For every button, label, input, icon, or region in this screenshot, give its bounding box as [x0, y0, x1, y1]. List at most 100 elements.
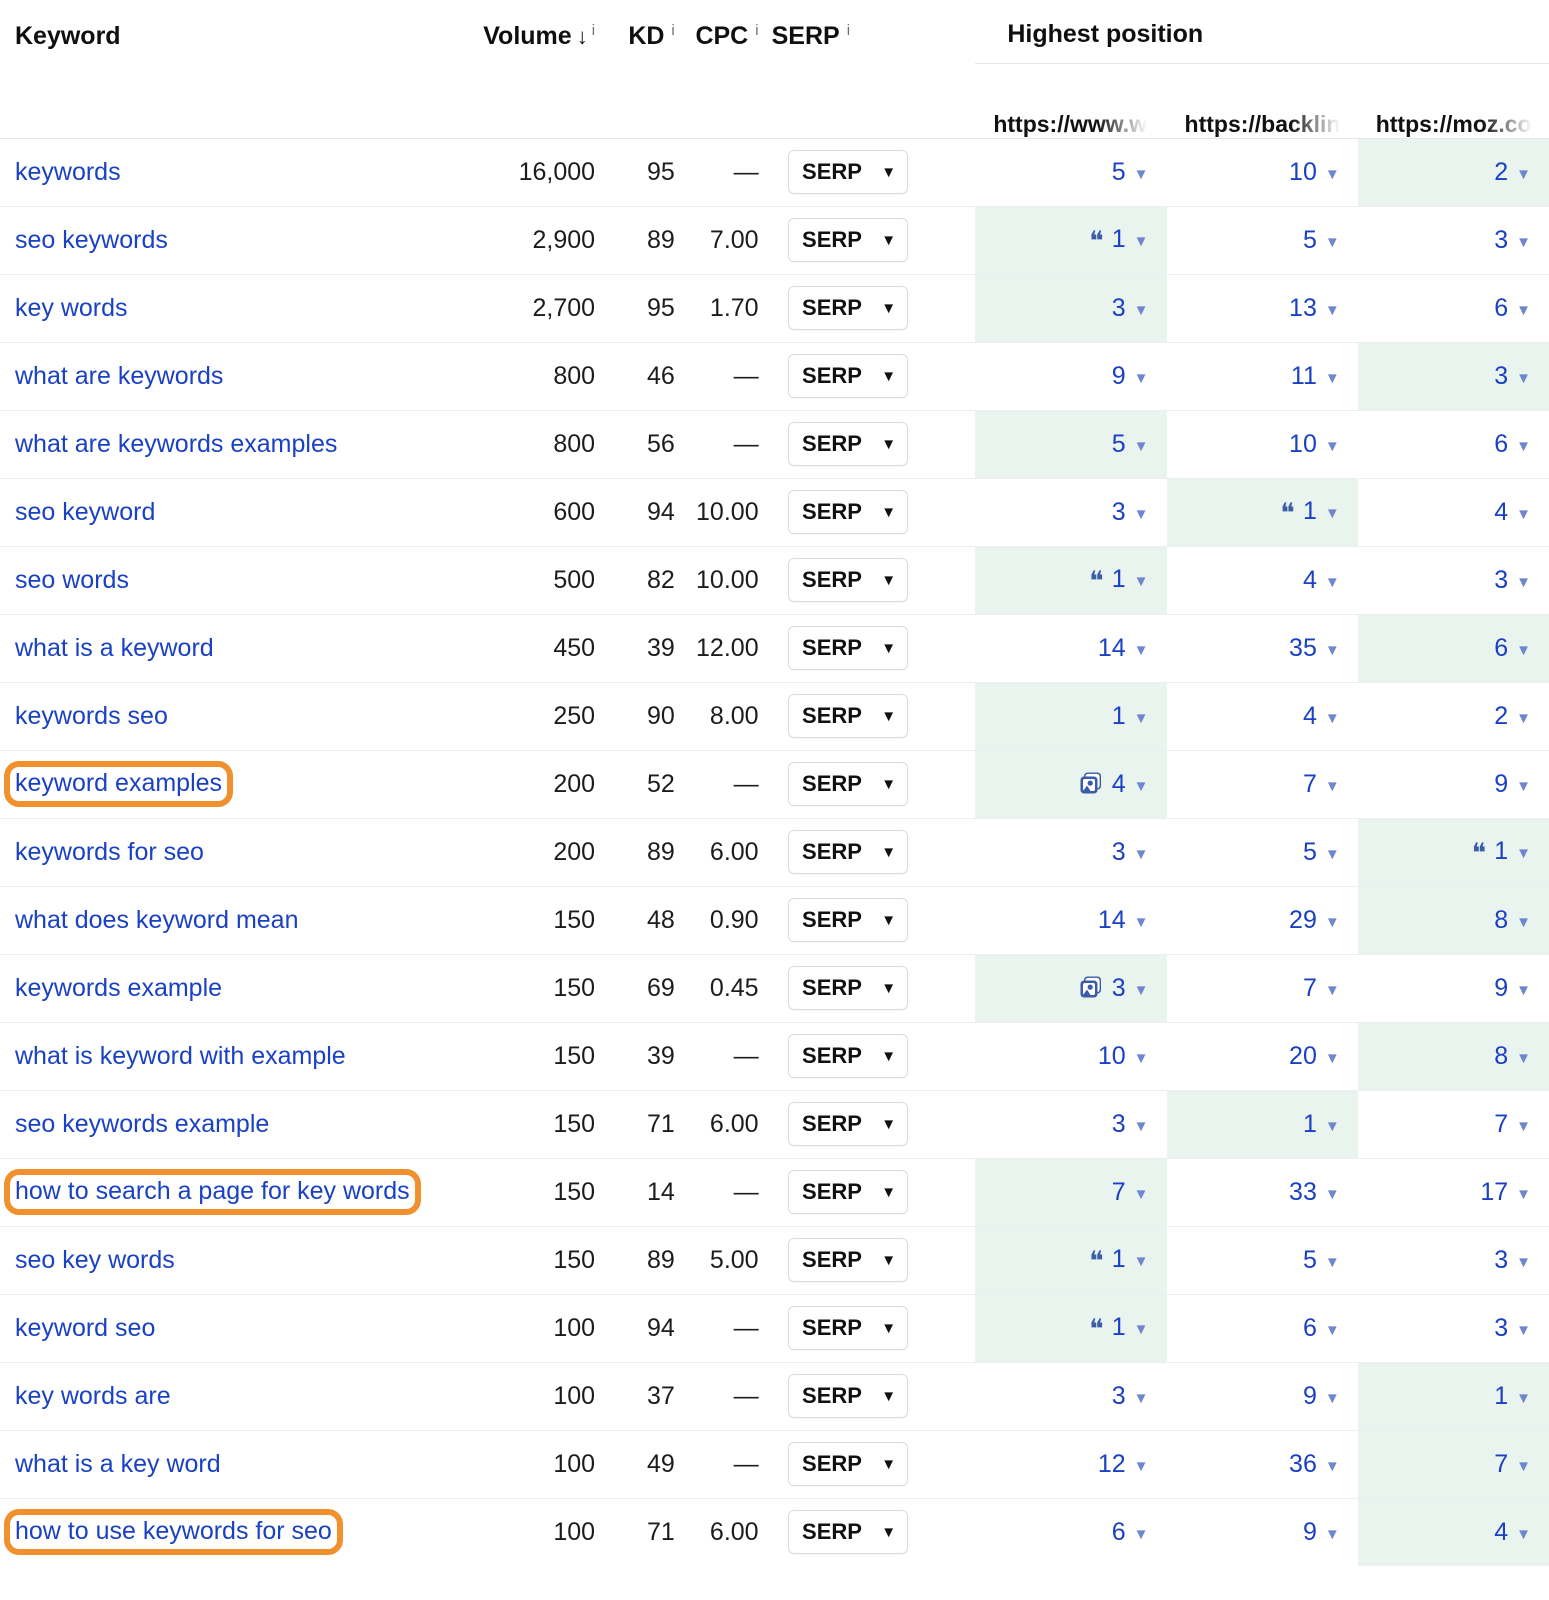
serp-dropdown-button[interactable]: SERP ▼ [788, 218, 909, 262]
column-header-kd[interactable]: KD i [595, 0, 675, 138]
position-value-group[interactable]: 7 ▼ [1303, 770, 1340, 799]
info-icon[interactable]: i [671, 22, 674, 39]
serp-dropdown-button[interactable]: SERP ▼ [788, 1306, 909, 1350]
position-value-group[interactable]: 1 ▼ [1112, 702, 1149, 731]
position-value-group[interactable]: 4 ▼ [1078, 768, 1149, 801]
position-value-group[interactable]: 8 ▼ [1494, 1042, 1531, 1071]
position-value-group[interactable]: 9 ▼ [1303, 1382, 1340, 1411]
serp-dropdown-button[interactable]: SERP ▼ [788, 354, 909, 398]
keyword-link[interactable]: what are keywords [15, 362, 223, 390]
position-value-group[interactable]: ❝ 1 ▼ [1089, 1313, 1148, 1343]
serp-dropdown-button[interactable]: SERP ▼ [788, 150, 909, 194]
position-value-group[interactable]: 6 ▼ [1494, 294, 1531, 323]
serp-dropdown-button[interactable]: SERP ▼ [788, 490, 909, 534]
position-value-group[interactable]: 3 ▼ [1112, 1110, 1149, 1139]
position-value-group[interactable]: 7 ▼ [1303, 974, 1340, 1003]
position-value-group[interactable]: 9 ▼ [1494, 770, 1531, 799]
info-icon[interactable]: i [847, 22, 850, 39]
serp-dropdown-button[interactable]: SERP ▼ [788, 762, 909, 806]
position-value-group[interactable]: 9 ▼ [1494, 974, 1531, 1003]
column-header-serp[interactable]: SERP i [758, 0, 938, 138]
position-value-group[interactable]: 6 ▼ [1494, 634, 1531, 663]
position-value-group[interactable]: 5 ▼ [1112, 158, 1149, 187]
keyword-link[interactable]: seo key words [15, 1246, 175, 1274]
sort-descending-arrow-icon[interactable]: ↓ [577, 24, 588, 49]
serp-dropdown-button[interactable]: SERP ▼ [788, 1170, 909, 1214]
position-value-group[interactable]: 3 ▼ [1078, 972, 1149, 1005]
site-header-2[interactable]: https://backlin [1166, 63, 1358, 138]
keyword-link[interactable]: what is keyword with example [15, 1042, 346, 1070]
position-value-group[interactable]: 29 ▼ [1289, 906, 1340, 935]
position-value-group[interactable]: 7 ▼ [1112, 1178, 1149, 1207]
position-value-group[interactable]: 4 ▼ [1303, 566, 1340, 595]
position-value-group[interactable]: 1 ▼ [1303, 1110, 1340, 1139]
column-header-keyword[interactable]: Keyword [0, 0, 463, 138]
keyword-link[interactable]: what is a key word [15, 1450, 221, 1478]
keyword-link[interactable]: what does keyword mean [15, 906, 298, 934]
info-icon[interactable]: i [592, 22, 595, 39]
position-value-group[interactable]: 10 ▼ [1289, 158, 1340, 187]
keyword-link[interactable]: seo keyword [15, 498, 155, 526]
position-value-group[interactable]: 9 ▼ [1112, 362, 1149, 391]
position-value-group[interactable]: 8 ▼ [1494, 906, 1531, 935]
position-value-group[interactable]: 11 ▼ [1291, 362, 1340, 391]
position-value-group[interactable]: 36 ▼ [1289, 1450, 1340, 1479]
keyword-link[interactable]: keyword examples [15, 769, 222, 797]
position-value-group[interactable]: 5 ▼ [1112, 430, 1149, 459]
position-value-group[interactable]: 2 ▼ [1494, 702, 1531, 731]
keyword-link[interactable]: seo keywords example [15, 1110, 269, 1138]
keyword-link[interactable]: what are keywords examples [15, 430, 337, 458]
position-value-group[interactable]: 4 ▼ [1494, 1518, 1531, 1547]
position-value-group[interactable]: 17 ▼ [1480, 1178, 1531, 1207]
keyword-link[interactable]: seo keywords [15, 226, 168, 254]
position-value-group[interactable]: 35 ▼ [1289, 634, 1340, 663]
column-header-cpc[interactable]: CPC i [674, 0, 759, 138]
serp-dropdown-button[interactable]: SERP ▼ [788, 694, 909, 738]
position-value-group[interactable]: 6 ▼ [1303, 1314, 1340, 1343]
position-value-group[interactable]: 4 ▼ [1494, 498, 1531, 527]
position-value-group[interactable]: ❝ 1 ▼ [1280, 497, 1339, 527]
position-value-group[interactable]: 14 ▼ [1098, 634, 1149, 663]
keyword-link[interactable]: keywords [15, 158, 121, 186]
position-value-group[interactable]: 3 ▼ [1494, 1246, 1531, 1275]
info-icon[interactable]: i [755, 22, 758, 39]
position-value-group[interactable]: 10 ▼ [1098, 1042, 1149, 1071]
position-value-group[interactable]: 3 ▼ [1112, 1382, 1149, 1411]
position-value-group[interactable]: 10 ▼ [1289, 430, 1340, 459]
position-value-group[interactable]: 5 ▼ [1303, 838, 1340, 867]
position-value-group[interactable]: 3 ▼ [1112, 838, 1149, 867]
position-value-group[interactable]: 12 ▼ [1098, 1450, 1149, 1479]
position-value-group[interactable]: 3 ▼ [1494, 226, 1531, 255]
position-value-group[interactable]: 7 ▼ [1494, 1110, 1531, 1139]
serp-dropdown-button[interactable]: SERP ▼ [788, 1510, 909, 1555]
site-header-3[interactable]: https://moz.co [1357, 63, 1549, 138]
keyword-link[interactable]: keywords seo [15, 702, 168, 730]
position-value-group[interactable]: 6 ▼ [1112, 1518, 1149, 1547]
serp-dropdown-button[interactable]: SERP ▼ [788, 558, 909, 602]
serp-dropdown-button[interactable]: SERP ▼ [788, 830, 909, 874]
keyword-link[interactable]: what is a keyword [15, 634, 214, 662]
position-value-group[interactable]: 2 ▼ [1494, 158, 1531, 187]
serp-dropdown-button[interactable]: SERP ▼ [788, 1102, 909, 1146]
keyword-link[interactable]: keyword seo [15, 1314, 155, 1342]
position-value-group[interactable]: 13 ▼ [1289, 294, 1340, 323]
position-value-group[interactable]: 20 ▼ [1289, 1042, 1340, 1071]
position-value-group[interactable]: 33 ▼ [1289, 1178, 1340, 1207]
serp-dropdown-button[interactable]: SERP ▼ [788, 1442, 909, 1486]
serp-dropdown-button[interactable]: SERP ▼ [788, 626, 909, 670]
keyword-link[interactable]: how to use keywords for seo [15, 1517, 332, 1545]
position-value-group[interactable]: 9 ▼ [1303, 1518, 1340, 1547]
serp-dropdown-button[interactable]: SERP ▼ [788, 286, 909, 330]
position-value-group[interactable]: 5 ▼ [1303, 1246, 1340, 1275]
position-value-group[interactable]: ❝ 1 ▼ [1089, 565, 1148, 595]
position-value-group[interactable]: ❝ 1 ▼ [1089, 225, 1148, 255]
keyword-link[interactable]: keywords for seo [15, 838, 204, 866]
position-value-group[interactable]: ❝ 1 ▼ [1472, 837, 1531, 867]
position-value-group[interactable]: 3 ▼ [1494, 362, 1531, 391]
position-value-group[interactable]: ❝ 1 ▼ [1089, 1245, 1148, 1275]
position-value-group[interactable]: 4 ▼ [1303, 702, 1340, 731]
serp-dropdown-button[interactable]: SERP ▼ [788, 1374, 909, 1418]
position-value-group[interactable]: 3 ▼ [1494, 1314, 1531, 1343]
position-value-group[interactable]: 3 ▼ [1112, 294, 1149, 323]
position-value-group[interactable]: 6 ▼ [1494, 430, 1531, 459]
